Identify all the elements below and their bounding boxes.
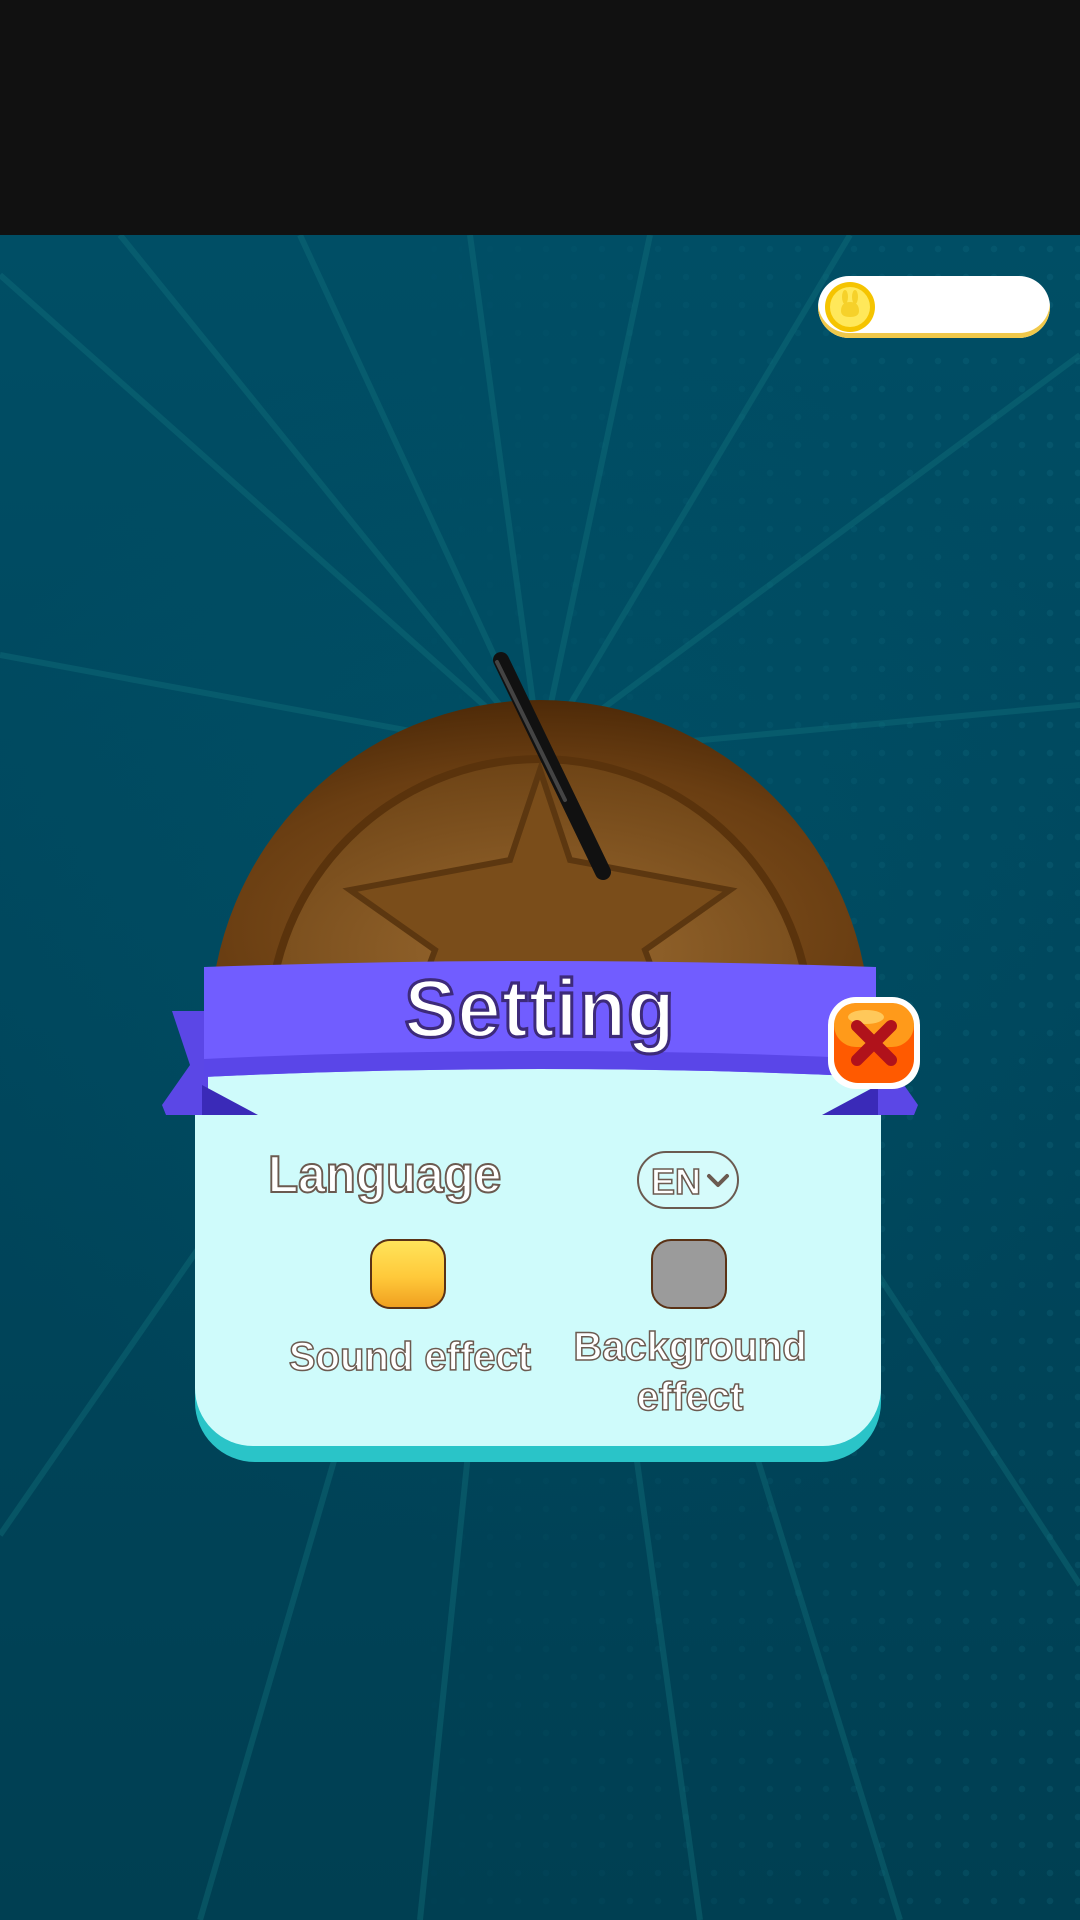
sound-effect-toggle[interactable] xyxy=(370,1239,446,1309)
language-value: EN xyxy=(650,1160,702,1203)
close-x-icon xyxy=(828,997,920,1089)
top-black-bar xyxy=(0,0,1080,235)
coin-bunny-icon xyxy=(825,282,875,332)
close-button[interactable] xyxy=(826,995,922,1091)
language-label: Language xyxy=(267,1145,502,1205)
background-effect-label: Background effect xyxy=(573,1324,808,1420)
chevron-down-icon xyxy=(707,1174,729,1187)
language-dropdown[interactable]: EN xyxy=(637,1151,739,1209)
sound-effect-label: Sound effect xyxy=(288,1334,532,1380)
coin-counter xyxy=(818,276,1050,338)
dialog-title: Setting xyxy=(403,960,676,1056)
background-effect-toggle[interactable] xyxy=(651,1239,727,1309)
